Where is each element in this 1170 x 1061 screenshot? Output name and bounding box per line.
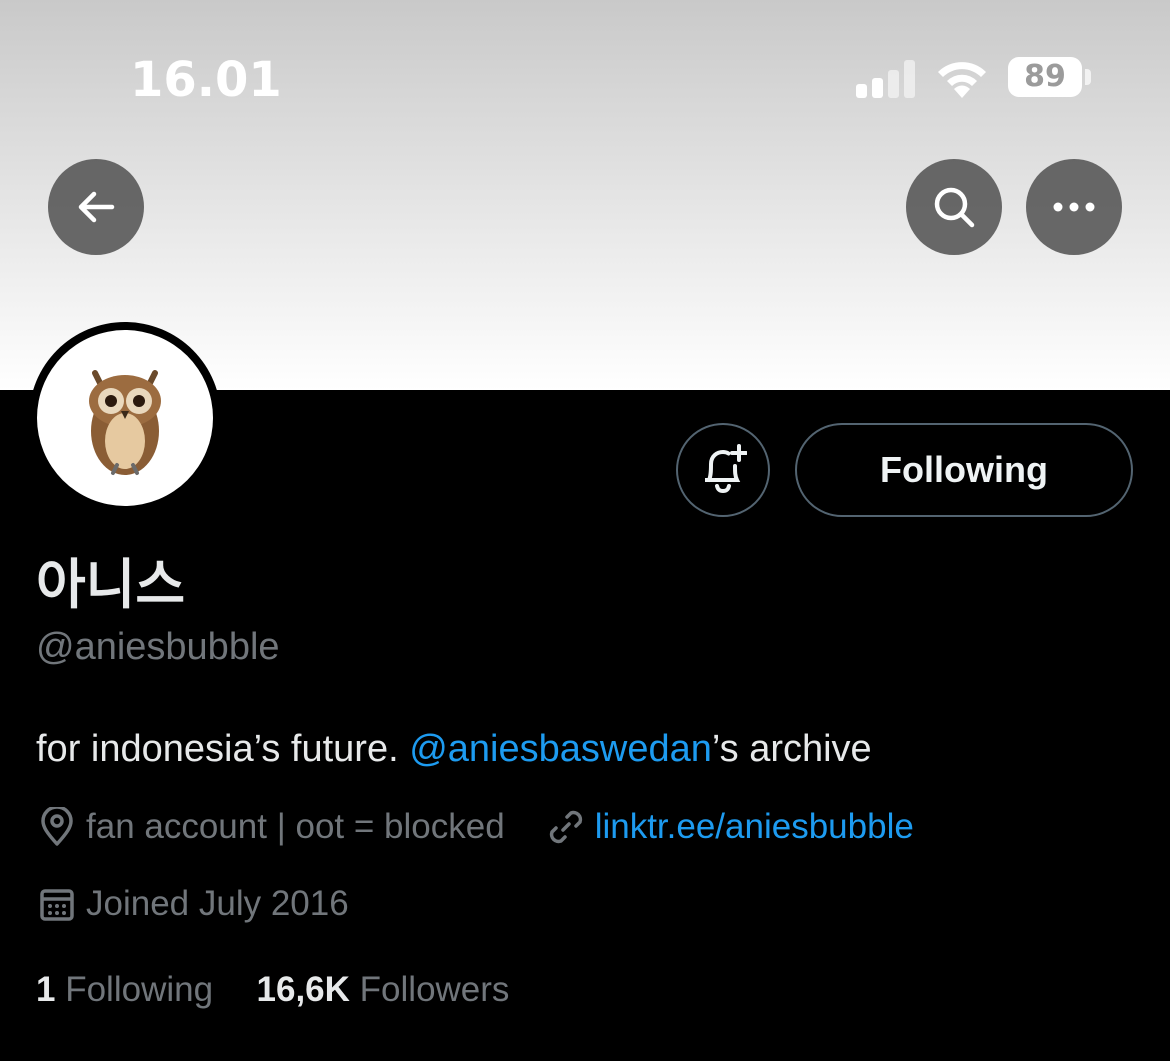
more-button[interactable] — [1026, 159, 1122, 255]
location-text: fan account | oot = blocked — [86, 807, 505, 846]
bio-text-suffix: ’s archive — [711, 728, 872, 770]
arrow-left-icon — [78, 191, 115, 223]
more-horizontal-icon — [1053, 202, 1095, 212]
followers-count: 16,6K — [256, 970, 350, 1009]
display-name: 아니스 — [36, 553, 186, 616]
followers-stat[interactable]: 16,6K Followers — [257, 970, 510, 1009]
profile-meta-row: fan account | oot = blocked linktr.ee/an… — [36, 806, 914, 848]
wifi-icon — [934, 56, 990, 100]
followers-label: Followers — [359, 970, 510, 1009]
bio: for indonesia’s future. @aniesbaswedan’s… — [36, 728, 872, 771]
link-icon — [545, 806, 587, 848]
following-count: 1 — [36, 970, 56, 1009]
joined-row: Joined July 2016 — [36, 883, 349, 925]
cellular-signal-icon — [856, 60, 916, 98]
location-pin-icon — [36, 806, 78, 848]
joined-text: Joined July 2016 — [86, 884, 349, 923]
bio-text: for indonesia’s future. — [36, 728, 410, 770]
status-time: 16.01 — [130, 52, 282, 108]
calendar-icon — [36, 883, 78, 925]
battery-tip — [1085, 69, 1091, 85]
bell-plus-icon — [705, 444, 747, 494]
notifications-button[interactable] — [676, 423, 770, 517]
following-button[interactable]: Following — [795, 423, 1133, 517]
avatar[interactable] — [29, 322, 221, 514]
search-icon — [934, 187, 975, 228]
bio-mention-link[interactable]: @aniesbaswedan — [409, 728, 712, 770]
following-label: Following — [65, 970, 214, 1009]
owl-avatar — [37, 330, 213, 506]
search-button[interactable] — [906, 159, 1002, 255]
back-button[interactable] — [48, 159, 144, 255]
battery-indicator: 89 — [1008, 57, 1082, 97]
website-link[interactable]: linktr.ee/aniesbubble — [595, 807, 914, 847]
handle: @aniesbubble — [36, 626, 280, 668]
following-stat[interactable]: 1 Following — [36, 970, 213, 1009]
profile-stats: 1 Following 16,6K Followers — [36, 970, 509, 1010]
